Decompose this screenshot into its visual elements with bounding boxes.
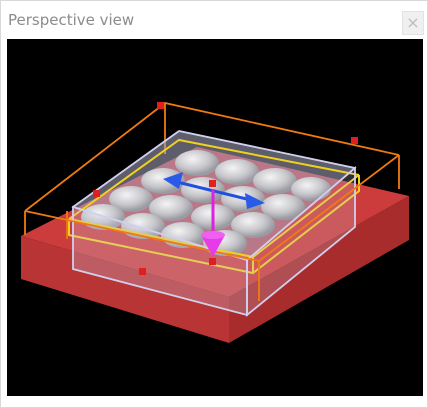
handle-top-center [209, 180, 216, 187]
window-title: Perspective view [8, 11, 135, 29]
3d-viewport[interactable] [7, 39, 423, 396]
close-icon: × [406, 13, 420, 32]
close-button[interactable]: × [402, 11, 424, 35]
scene-canvas [21, 102, 409, 343]
handle-right [351, 137, 358, 144]
handle-back [157, 102, 164, 109]
title-bar[interactable]: Perspective view × [1, 1, 427, 39]
perspective-view-window: Perspective view × [0, 0, 428, 408]
handle-front [139, 268, 146, 275]
handle-left [93, 190, 100, 197]
handle-bottom-center [209, 258, 216, 265]
